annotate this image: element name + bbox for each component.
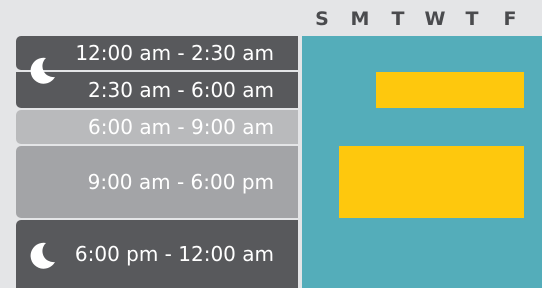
time-slot-label: 2:30 am - 6:00 am <box>88 78 274 102</box>
time-slot-daytime[interactable]: 9:00 am - 6:00 pm <box>16 146 298 218</box>
time-slot-label: 12:00 am - 2:30 am <box>75 41 274 65</box>
day-header: S M T W T F <box>0 8 542 32</box>
day-wednesday-label: W <box>424 8 446 30</box>
day-sunday-label: S <box>315 8 329 30</box>
time-slot-label: 6:00 am - 9:00 am <box>88 115 274 139</box>
time-slot-label: 6:00 pm - 12:00 am <box>74 242 274 266</box>
moon-icon <box>30 57 55 84</box>
time-slot-evening[interactable]: 6:00 pm - 12:00 am <box>16 220 298 288</box>
time-slot-morning[interactable]: 6:00 am - 9:00 am <box>16 110 298 144</box>
moon-icon <box>30 242 55 269</box>
schedule-grid[interactable] <box>302 36 542 288</box>
day-tuesday-label: T <box>391 8 405 30</box>
time-slot-midnight[interactable]: 12:00 am - 2:30 am <box>16 36 298 70</box>
day-friday-label: F <box>503 8 517 30</box>
day-thursday-label: T <box>465 8 479 30</box>
time-slot-early-morning[interactable]: 2:30 am - 6:00 am <box>16 72 298 108</box>
time-slot-label: 9:00 am - 6:00 pm <box>87 170 274 194</box>
busy-block-early-morning[interactable] <box>376 72 524 108</box>
busy-block-daytime[interactable] <box>339 146 524 218</box>
day-monday-label: M <box>350 8 370 30</box>
weekly-schedule: S M T W T F 12:00 am - 2:30 am 2:30 am -… <box>0 0 542 288</box>
